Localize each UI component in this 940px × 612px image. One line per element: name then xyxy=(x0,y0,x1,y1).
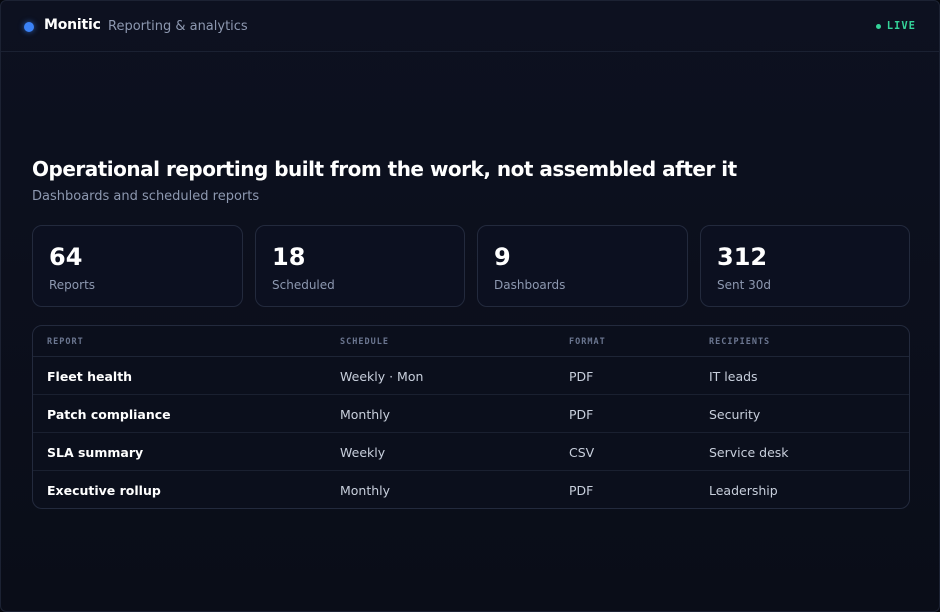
live-status-label: LIVE xyxy=(886,20,916,32)
report-format: PDF xyxy=(569,369,594,384)
report-recipients: Security xyxy=(709,407,761,422)
table-row[interactable]: Fleet health Weekly · Mon PDF IT leads xyxy=(33,357,909,395)
report-schedule: Weekly · Mon xyxy=(340,369,424,384)
stat-value: 312 xyxy=(717,243,768,271)
page-title: Operational reporting built from the wor… xyxy=(32,157,737,181)
report-format: PDF xyxy=(569,483,594,498)
stat-card-sent[interactable]: 312 Sent 30d xyxy=(700,225,910,307)
report-format: PDF xyxy=(569,407,594,422)
stat-label: Scheduled xyxy=(272,278,335,292)
stat-label: Dashboards xyxy=(494,278,566,292)
column-header-report[interactable]: REPORT xyxy=(47,337,84,347)
stat-card-scheduled[interactable]: 18 Scheduled xyxy=(255,225,465,307)
table-row[interactable]: Patch compliance Monthly PDF Security xyxy=(33,395,909,433)
table-row[interactable]: Executive rollup Monthly PDF Leadership xyxy=(33,471,909,508)
report-format: CSV xyxy=(569,445,595,460)
report-schedule: Monthly xyxy=(340,407,391,422)
report-schedule: Monthly xyxy=(340,483,391,498)
report-recipients: IT leads xyxy=(709,369,758,384)
stat-card-reports[interactable]: 64 Reports xyxy=(32,225,243,307)
column-header-schedule[interactable]: SCHEDULE xyxy=(340,337,389,347)
live-status-badge: LIVE xyxy=(875,20,916,32)
stat-value: 9 xyxy=(494,243,511,271)
stat-value: 18 xyxy=(272,243,306,271)
page-subtitle: Dashboards and scheduled reports xyxy=(32,189,260,204)
stat-card-dashboards[interactable]: 9 Dashboards xyxy=(477,225,688,307)
report-recipients: Service desk xyxy=(709,445,789,460)
column-header-recipients[interactable]: RECIPIENTS xyxy=(709,337,770,347)
report-recipients: Leadership xyxy=(709,483,778,498)
table-header: REPORT SCHEDULE FORMAT RECIPIENTS xyxy=(33,326,909,357)
report-name[interactable]: Fleet health xyxy=(47,369,132,384)
report-name[interactable]: Patch compliance xyxy=(47,407,171,422)
stat-value: 64 xyxy=(49,243,83,271)
column-header-format[interactable]: FORMAT xyxy=(569,337,606,347)
stat-label: Sent 30d xyxy=(717,278,772,292)
report-schedule: Weekly xyxy=(340,445,386,460)
table-row[interactable]: SLA summary Weekly CSV Service desk xyxy=(33,433,909,471)
live-dot-icon xyxy=(875,23,881,29)
brand-name[interactable]: Monitic xyxy=(44,17,101,33)
reports-table: REPORT SCHEDULE FORMAT RECIPIENTS Fleet … xyxy=(32,325,910,509)
report-name[interactable]: SLA summary xyxy=(47,445,143,460)
brand-subtitle: Reporting & analytics xyxy=(108,19,248,34)
stat-label: Reports xyxy=(49,278,96,292)
brand-logo-icon xyxy=(24,22,34,32)
report-name[interactable]: Executive rollup xyxy=(47,483,161,498)
app-window: Monitic Reporting & analytics LIVE Opera… xyxy=(0,0,940,612)
top-bar: Monitic Reporting & analytics LIVE xyxy=(1,1,939,52)
